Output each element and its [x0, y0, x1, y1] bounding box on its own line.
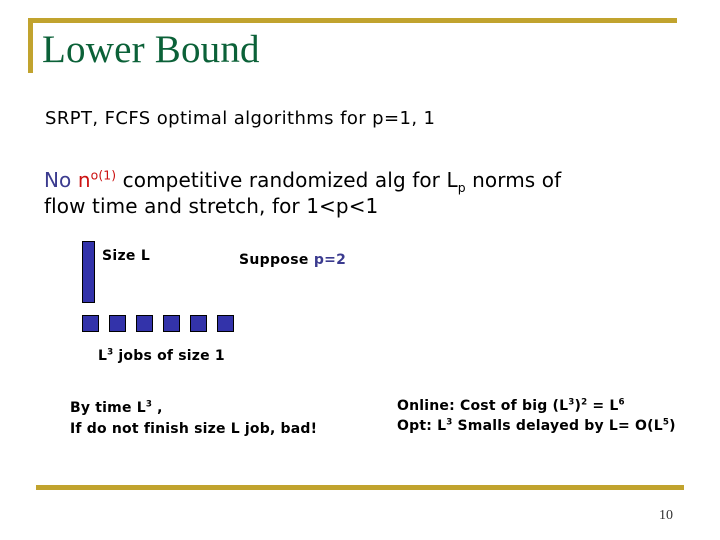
- small-jobs-caption-rest: jobs of size 1: [113, 348, 225, 364]
- statement-competitive-text: competitive randomized alg for L: [116, 168, 458, 192]
- small-jobs-caption-prefix: L: [98, 348, 108, 364]
- statement-lp-subscript: p: [457, 180, 466, 195]
- statement-n-exponent: o(1): [90, 167, 117, 183]
- opt-cost-text: Opt: L: [397, 418, 447, 434]
- statement-flowtime-text: flow time and stretch, for 1<p<1: [44, 194, 379, 218]
- page-title: Lower Bound: [42, 28, 260, 71]
- statement-n-term: n: [77, 168, 91, 192]
- statement-norms-text: norms of: [465, 168, 562, 192]
- title-left-rule: [28, 18, 33, 73]
- bytime-prefix: By time L: [70, 400, 146, 416]
- statement-optimal-algorithms: SRPT, FCFS optimal algorithms for p=1, 1: [45, 108, 435, 129]
- small-job-square: [109, 315, 126, 332]
- big-job-label: Size L: [102, 248, 151, 264]
- small-job-square: [163, 315, 180, 332]
- bytime-second-line: If do not finish size L job, bad!: [70, 421, 318, 437]
- opt-cost-rest: Smalls delayed by L= O(L: [452, 418, 663, 434]
- small-jobs-row: [82, 315, 234, 332]
- statement-no-competitive: No no(1) competitive randomized alg for …: [44, 167, 561, 219]
- online-cost-exp3: 6: [618, 397, 625, 408]
- big-job-bar: [82, 241, 95, 303]
- footer-rule: [36, 485, 684, 490]
- bytime-suffix: ,: [152, 400, 163, 416]
- conclusion-left: By time L3 , If do not finish size L job,…: [70, 398, 317, 440]
- small-job-square: [136, 315, 153, 332]
- suppose-prefix-text: Suppose: [239, 252, 314, 268]
- online-cost-text: Online: Cost of big (L: [397, 398, 569, 414]
- small-job-square: [190, 315, 207, 332]
- page-number: 10: [659, 508, 673, 523]
- online-cost-equals: = L: [587, 398, 619, 414]
- statement-optimal-algorithms-text: SRPT, FCFS optimal algorithms for p=1, 1: [45, 108, 436, 129]
- suppose-value-text: p=2: [313, 252, 347, 268]
- conclusion-right: Online: Cost of big (L3)2 = L6 Opt: L3 Sm…: [397, 396, 676, 436]
- small-jobs-caption: L3 jobs of size 1: [98, 348, 225, 364]
- small-job-square: [82, 315, 99, 332]
- slide-canvas: Lower Bound SRPT, FCFS optimal algorithm…: [0, 0, 720, 540]
- statement-no-prefix: No: [44, 168, 78, 192]
- suppose-p-label: Suppose p=2: [239, 252, 346, 268]
- small-job-square: [217, 315, 234, 332]
- opt-cost-close-paren: ): [669, 418, 676, 434]
- title-top-rule: [28, 18, 677, 23]
